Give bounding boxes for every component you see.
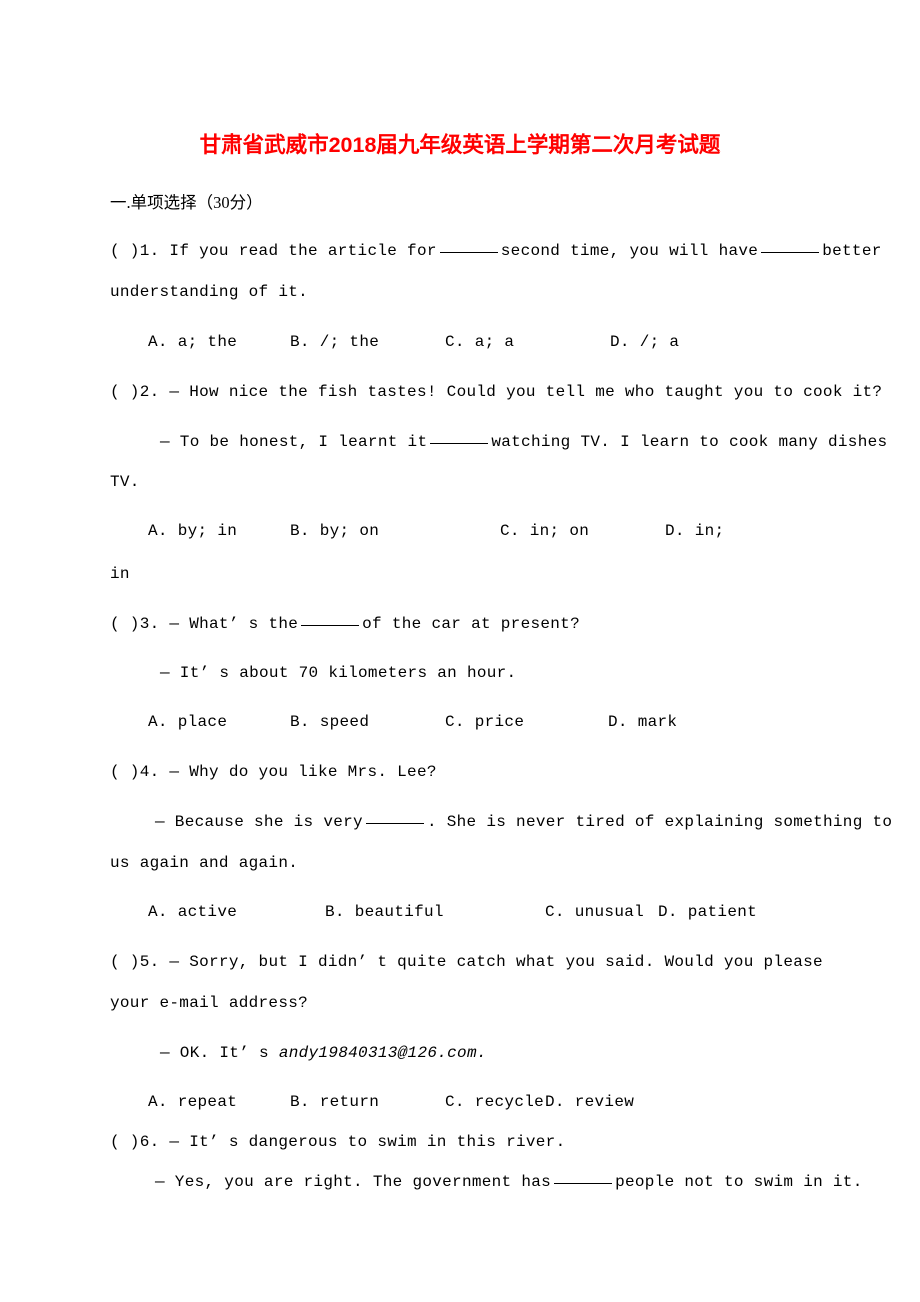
question-2-reply-part-a: — To be honest, I learnt it xyxy=(160,433,428,451)
question-2-marker: ( ) xyxy=(110,383,140,401)
question-3-stem-part-a: 3. — What’ s the xyxy=(139,615,299,633)
question-3-marker: ( ) xyxy=(110,615,140,633)
question-6-stem-line-2: — Yes, you are right. The government has… xyxy=(155,1172,863,1192)
question-5-email-address: andy19840313@126.com. xyxy=(278,1044,487,1062)
question-3-option-a[interactable]: A. place xyxy=(148,713,227,731)
question-4-stem-line-1: ( )4. — Why do you like Mrs. Lee? xyxy=(110,762,437,782)
question-1-stem-line-1: ( )1. If you read the article for second … xyxy=(110,241,882,261)
question-4-reply-part-a: — Because she is very xyxy=(155,813,363,831)
question-4-option-a[interactable]: A. active xyxy=(148,903,237,921)
question-5-marker: ( ) xyxy=(110,953,140,971)
question-4-stem-line-3: us again and again. xyxy=(110,854,299,872)
question-4-option-c[interactable]: C. unusual xyxy=(545,903,644,921)
question-1-blank-1 xyxy=(439,252,498,253)
question-3-stem-line-1: ( )3. — What’ s the of the car at present… xyxy=(110,614,580,634)
question-5-option-b[interactable]: B. return xyxy=(290,1093,379,1111)
question-4-option-b[interactable]: B. beautiful xyxy=(325,903,444,921)
question-2-option-d[interactable]: D. in; xyxy=(665,522,724,540)
question-1-option-d[interactable]: D. /; a xyxy=(610,333,679,351)
question-1-option-c[interactable]: C. a; a xyxy=(445,333,514,351)
question-2-option-c[interactable]: C. in; on xyxy=(500,522,589,540)
question-4-option-d[interactable]: D. patient xyxy=(658,903,757,921)
question-3-stem-line-2: — It’ s about 70 kilometers an hour. xyxy=(160,664,517,682)
question-5-stem-line-2: your e-mail address? xyxy=(110,994,309,1012)
question-6-marker: ( ) xyxy=(110,1133,140,1151)
question-2-blank-1 xyxy=(430,443,489,444)
question-2-options-overflow: in xyxy=(110,565,130,583)
question-4-stem-text: 4. — Why do you like Mrs. Lee? xyxy=(139,763,437,781)
question-4-blank-1 xyxy=(365,823,424,824)
question-1-stem-part-b: second time, you will have xyxy=(500,242,759,260)
question-4-marker: ( ) xyxy=(110,763,140,781)
question-2-stem-line-1: ( )2. — How nice the fish tastes! Could … xyxy=(110,382,882,402)
question-5-option-a[interactable]: A. repeat xyxy=(148,1093,237,1111)
page-title: 甘肃省武威市2018届九年级英语上学期第二次月考试题 xyxy=(199,133,721,157)
question-2-option-b[interactable]: B. by; on xyxy=(290,522,379,540)
question-6-blank-1 xyxy=(554,1183,613,1184)
question-2-reply-part-b: watching TV. I learn to cook many dishes xyxy=(491,433,888,451)
question-2-option-a[interactable]: A. by; in xyxy=(148,522,237,540)
question-3-option-b[interactable]: B. speed xyxy=(290,713,369,731)
question-6-stem-text: 6. — It’ s dangerous to swim in this riv… xyxy=(139,1133,566,1151)
question-5-reply-part-a: — OK. It’ s xyxy=(160,1044,269,1062)
question-5-stem-line-1: ( )5. — Sorry, but I didn’ t quite catch… xyxy=(110,952,823,972)
question-1-stem-line-2: understanding of it. xyxy=(110,283,309,301)
question-2-stem-line-3: TV. xyxy=(110,473,140,491)
section-heading-multiple-choice: 一.单项选择（30分） xyxy=(110,193,263,212)
question-1-option-b[interactable]: B. /; the xyxy=(290,333,379,351)
question-6-reply-part-a: — Yes, you are right. The government has xyxy=(155,1173,552,1191)
question-1-stem-part-c: better xyxy=(822,242,882,260)
question-3-stem-part-b: of the car at present? xyxy=(362,615,580,633)
question-5-option-d[interactable]: D. review xyxy=(545,1093,634,1111)
question-5-stem-line-3: — OK. It’ s andy19840313@126.com. xyxy=(160,1043,487,1063)
question-3-blank-1 xyxy=(301,625,360,626)
question-2-stem-text: 2. — How nice the fish tastes! Could you… xyxy=(139,383,883,401)
question-4-stem-line-2: — Because she is very . She is never tire… xyxy=(155,812,892,832)
question-4-reply-part-b: . She is never tired of explaining somet… xyxy=(426,813,893,831)
question-1-stem-part-a: 1. If you read the article for xyxy=(139,242,437,260)
question-3-option-d[interactable]: D. mark xyxy=(608,713,677,731)
question-5-stem-text: 5. — Sorry, but I didn’ t quite catch wh… xyxy=(139,953,823,971)
question-3-option-c[interactable]: C. price xyxy=(445,713,524,731)
question-6-reply-part-b: people not to swim in it. xyxy=(615,1173,863,1191)
question-5-option-c[interactable]: C. recycle xyxy=(445,1093,544,1111)
question-1-marker: ( ) xyxy=(110,242,140,260)
question-2-stem-line-2: — To be honest, I learnt it watching TV. … xyxy=(160,432,887,452)
document-page: 甘肃省武威市2018届九年级英语上学期第二次月考试题 一.单项选择（30分） (… xyxy=(0,0,920,1302)
question-1-blank-2 xyxy=(761,252,820,253)
question-1-option-a[interactable]: A. a; the xyxy=(148,333,237,351)
question-6-stem-line-1: ( )6. — It’ s dangerous to swim in this … xyxy=(110,1132,566,1152)
